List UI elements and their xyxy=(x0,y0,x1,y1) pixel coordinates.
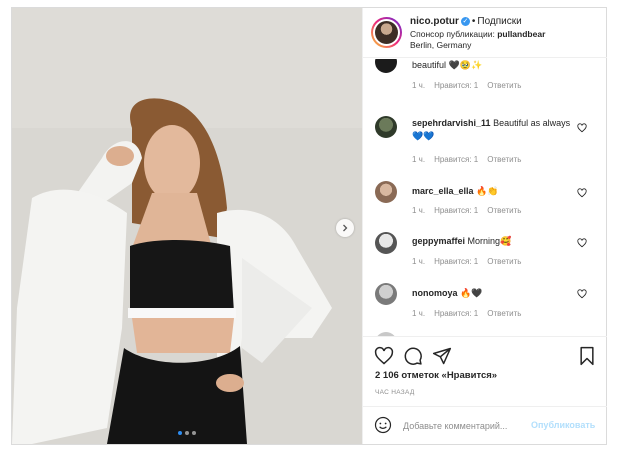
comment-like-heart-icon[interactable] xyxy=(577,123,587,133)
comment-like-heart-icon[interactable] xyxy=(577,289,587,299)
carousel-dot xyxy=(178,431,182,435)
comment-meta: 1 ч. Нравится: 1 Ответить xyxy=(412,309,522,318)
bookmark-icon[interactable] xyxy=(577,346,597,366)
post-dialog: nico.potur ✓ • Подписки Спонсор публикации:… xyxy=(11,7,607,445)
publish-button[interactable]: Опубликовать xyxy=(531,420,595,430)
post-photo xyxy=(12,8,362,444)
commenter-avatar[interactable] xyxy=(375,181,397,203)
comment-input[interactable] xyxy=(403,418,528,434)
author-username[interactable]: nico.potur xyxy=(410,16,459,27)
comment-meta: 1 ч. Нравится: 1 Ответить xyxy=(412,206,522,215)
follow-status[interactable]: Подписки xyxy=(477,16,521,27)
likes-count[interactable]: 2 106 отметок «Нравится» xyxy=(375,370,497,381)
post-time: час назад xyxy=(375,389,415,396)
post-media[interactable] xyxy=(12,8,362,444)
verified-badge-icon: ✓ xyxy=(460,16,470,26)
comment-text: marc_ella_ella 🔥👏 xyxy=(412,186,499,196)
commenter-avatar[interactable] xyxy=(375,59,397,73)
post-side-panel: nico.potur ✓ • Подписки Спонсор публикации:… xyxy=(362,8,607,444)
comment-text: geppymaffei Morning🥰 xyxy=(412,236,512,246)
carousel-dot xyxy=(185,431,189,435)
author-line: nico.potur ✓ • Подписки xyxy=(410,16,522,27)
paper-plane-icon[interactable] xyxy=(432,346,452,366)
heart-icon[interactable] xyxy=(374,346,394,366)
comment-meta: 1 ч. Нравится: 1 Ответить xyxy=(412,155,522,164)
add-comment-bar: Опубликовать xyxy=(363,406,607,444)
comment-text: beautiful 🖤🥹✨ xyxy=(412,60,483,70)
carousel-dot xyxy=(192,431,196,435)
comment-meta: 1 ч. Нравится: 1 Ответить xyxy=(412,81,522,90)
sponsor-brand-link[interactable]: pullandbear xyxy=(497,29,545,39)
commenter-avatar[interactable] xyxy=(375,116,397,138)
post-header: nico.potur ✓ • Подписки Спонсор публикации:… xyxy=(363,8,607,58)
comment-meta: 1 ч. Нравится: 1 Ответить xyxy=(412,257,522,266)
post-actions-bar xyxy=(363,336,607,372)
comment-bubble-icon[interactable] xyxy=(403,346,423,366)
comment-text: sepehrdarvishi_11 Beautiful as always 💙💙 xyxy=(412,118,571,141)
sponsor-prefix: Спонсор публикации: xyxy=(410,29,495,39)
emoji-smile-icon[interactable] xyxy=(374,416,392,434)
commenter-avatar[interactable] xyxy=(375,232,397,254)
sponsor-line: Спонсор публикации: pullandbear xyxy=(410,29,545,39)
comment-text: nonomoya 🔥🖤 xyxy=(412,288,483,298)
carousel-indicator xyxy=(12,431,362,435)
comment-like-heart-icon[interactable] xyxy=(577,238,587,248)
carousel-next-button[interactable] xyxy=(336,219,354,237)
post-location[interactable]: Berlin, Germany xyxy=(410,40,471,50)
author-avatar[interactable] xyxy=(371,17,402,48)
commenter-avatar[interactable] xyxy=(375,283,397,305)
comments-list[interactable]: beautiful 🖤🥹✨ 1 ч. Нравится: 1 Ответить se… xyxy=(363,59,607,336)
chevron-right-icon xyxy=(343,224,348,232)
comment-like-heart-icon[interactable] xyxy=(577,188,587,198)
